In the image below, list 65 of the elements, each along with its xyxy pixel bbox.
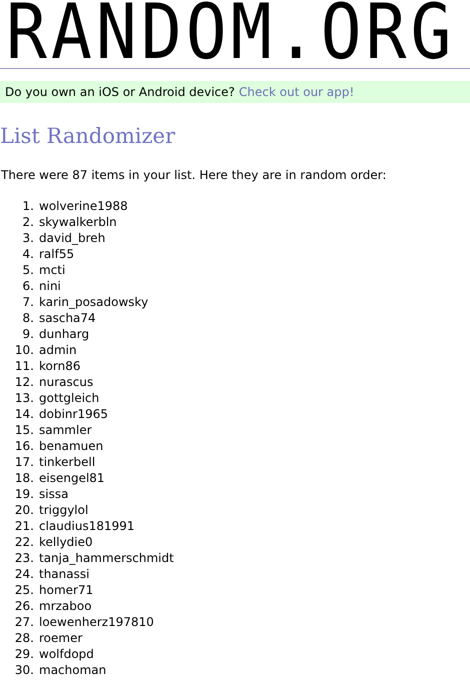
item-number: 20.: [14, 503, 34, 517]
item-number: 15.: [14, 423, 34, 437]
item-name: mrzaboo: [39, 599, 92, 613]
item-name: david_breh: [39, 231, 106, 245]
item-number: 6.: [22, 279, 34, 293]
item-name: tinkerbell: [39, 455, 96, 469]
item-name: eisengel81: [39, 471, 105, 485]
item-name: sammler: [39, 423, 92, 437]
item-number: 29.: [14, 647, 34, 661]
item-name: ralf55: [39, 247, 74, 261]
item-number: 1.: [22, 199, 34, 213]
item-number: 19.: [14, 487, 34, 501]
item-name: benamuen: [39, 439, 104, 453]
item-name: dunharg: [39, 327, 90, 341]
item-name: wolverine1988: [39, 199, 128, 213]
item-name: dobinr1965: [39, 407, 108, 421]
item-name: claudius181991: [39, 519, 135, 533]
item-name: karin_posadowsky: [39, 295, 148, 309]
item-number: 14.: [14, 407, 34, 421]
item-name: kellydie0: [39, 535, 93, 549]
item-number: 10.: [14, 343, 34, 357]
item-name: sascha74: [39, 311, 96, 325]
item-name: skywalkerbln: [39, 215, 117, 229]
item-name: mcti: [39, 263, 66, 277]
item-number: 2.: [22, 215, 34, 229]
item-number: 9.: [22, 327, 34, 341]
item-number: 4.: [22, 247, 34, 261]
item-number: 21.: [14, 519, 34, 533]
item-name: triggylol: [39, 503, 88, 517]
item-number: 18.: [14, 471, 34, 485]
item-number: 3.: [22, 231, 34, 245]
item-number: 22.: [14, 535, 34, 549]
item-number: 12.: [14, 375, 34, 389]
item-number: 30.: [14, 663, 34, 677]
item-number: 26.: [14, 599, 34, 613]
item-number: 16.: [14, 439, 34, 453]
site-logo[interactable]: RANDOM.ORG: [0, 0, 456, 68]
item-name: machoman: [39, 663, 106, 677]
item-number: 23.: [14, 551, 34, 565]
item-number: 7.: [22, 295, 34, 309]
item-name: admin: [39, 343, 77, 357]
intro-text: There were 87 items in your list. Here they are in random order:: [1, 168, 386, 182]
banner-text: Do you own an iOS or Android device?: [5, 85, 235, 99]
item-number: 28.: [14, 631, 34, 645]
item-name: korn86: [39, 359, 80, 373]
item-name: nurascus: [39, 375, 94, 389]
item-number: 11.: [14, 359, 34, 373]
item-number: 5.: [22, 263, 34, 277]
item-number: 8.: [22, 311, 34, 325]
item-number: 17.: [14, 455, 34, 469]
item-name: gottgleich: [39, 391, 100, 405]
item-name: sissa: [39, 487, 68, 501]
item-name: homer71: [39, 583, 94, 597]
item-name: roemer: [39, 631, 82, 645]
item-number: 13.: [14, 391, 34, 405]
app-link[interactable]: Check out our app!: [238, 85, 354, 99]
item-number: 24.: [14, 567, 34, 581]
item-name: loewenherz197810: [39, 615, 154, 629]
item-name: thanassi: [39, 567, 90, 581]
page-title: List Randomizer: [0, 123, 176, 149]
item-name: tanja_hammerschmidt: [39, 551, 174, 565]
item-name: wolfdopd: [39, 647, 94, 661]
item-number: 25.: [14, 583, 34, 597]
item-name: nini: [39, 279, 61, 293]
item-number: 27.: [14, 615, 34, 629]
